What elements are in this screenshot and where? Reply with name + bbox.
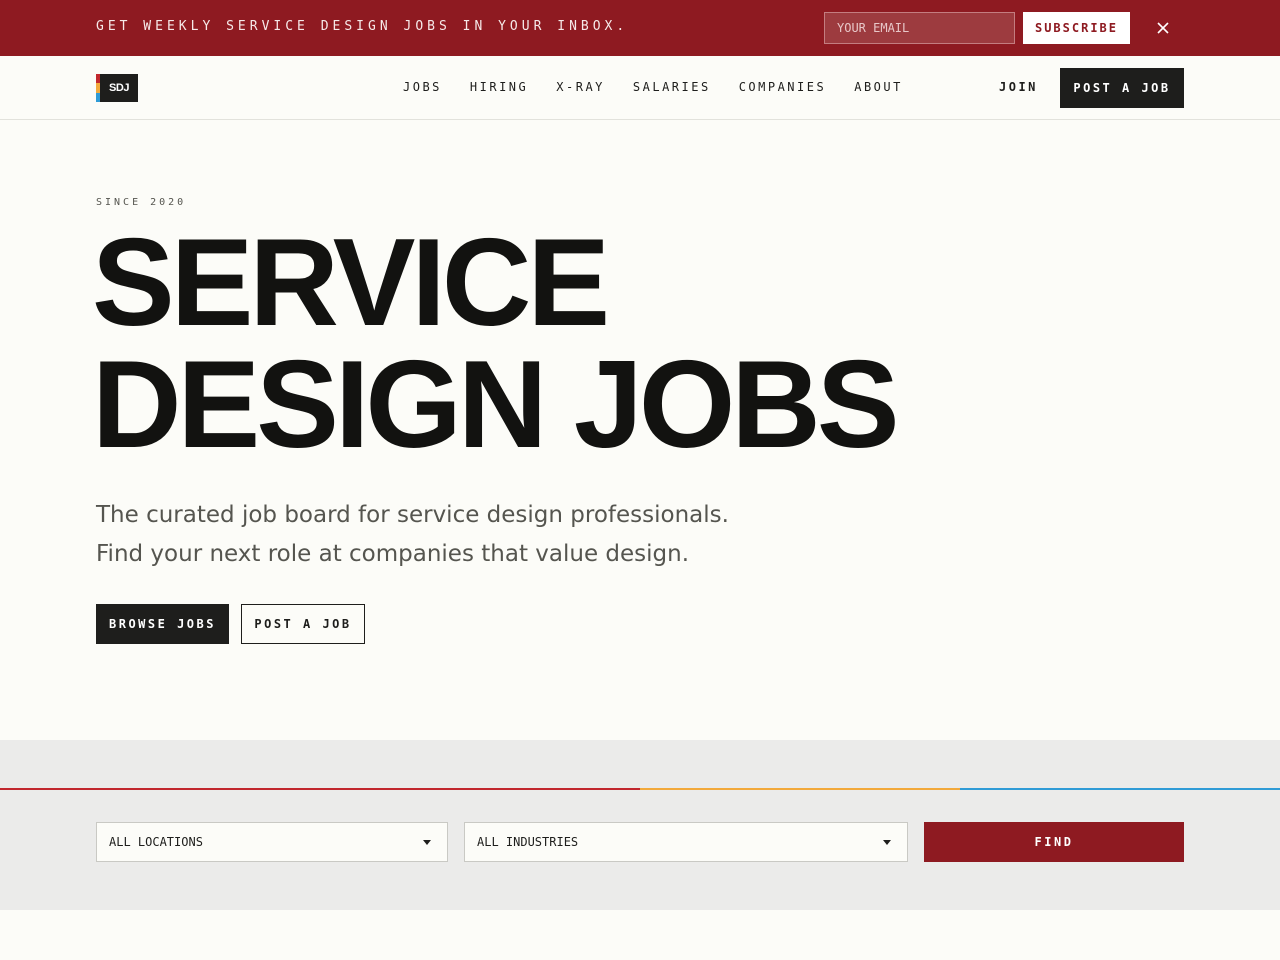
subtitle-line-1: The curated job board for service design… xyxy=(96,502,729,528)
subscribe-button[interactable]: SUBSCRIBE xyxy=(1023,12,1130,44)
subtitle-line-2: Find your next role at companies that va… xyxy=(96,541,690,567)
filter-bar: ALL LOCATIONS ALL INDUSTRIES FIND xyxy=(0,740,1280,910)
hero-subtitle: The curated job board for service design… xyxy=(96,496,796,574)
nav-about[interactable]: ABOUT xyxy=(854,80,903,94)
page-title: SERVICE DESIGN JOBS xyxy=(92,214,900,474)
eyebrow: SINCE 2020 xyxy=(96,197,187,208)
nav-jobs[interactable]: JOBS xyxy=(403,80,442,94)
location-value: ALL LOCATIONS xyxy=(109,835,203,849)
close-icon[interactable] xyxy=(1153,18,1173,38)
email-field[interactable] xyxy=(824,12,1015,44)
find-button[interactable]: FIND xyxy=(924,822,1184,862)
hero-post-job-button[interactable]: POST A JOB xyxy=(241,604,365,644)
location-select[interactable]: ALL LOCATIONS xyxy=(96,822,448,862)
industry-select[interactable]: ALL INDUSTRIES xyxy=(464,822,908,862)
nav-salaries[interactable]: SALARIES xyxy=(633,80,711,94)
join-link[interactable]: JOIN xyxy=(999,80,1038,94)
color-rule xyxy=(0,788,1280,790)
logo[interactable]: SDJ xyxy=(96,74,138,102)
banner-text: Get weekly service design jobs in your i… xyxy=(96,19,629,34)
industry-value: ALL INDUSTRIES xyxy=(477,835,579,849)
title-line-1: SERVICE xyxy=(92,214,610,352)
chevron-down-icon xyxy=(883,839,891,845)
nav-companies[interactable]: COMPANIES xyxy=(739,80,827,94)
nav-x-ray[interactable]: X-RAY xyxy=(556,80,605,94)
site-header: SDJ JOBS HIRING X-RAY SALARIES COMPANIES… xyxy=(0,56,1280,120)
logo-text: SDJ xyxy=(109,82,129,94)
newsletter-banner: Get weekly service design jobs in your i… xyxy=(0,0,1280,56)
browse-jobs-button[interactable]: BROWSE JOBS xyxy=(96,604,229,644)
nav-hiring[interactable]: HIRING xyxy=(470,80,528,94)
logo-stripe xyxy=(96,74,100,102)
post-job-button[interactable]: POST A JOB xyxy=(1060,68,1184,108)
chevron-down-icon xyxy=(423,839,431,845)
title-line-2: DESIGN JOBS xyxy=(92,336,900,474)
main-nav: JOBS HIRING X-RAY SALARIES COMPANIES ABO… xyxy=(403,80,931,94)
